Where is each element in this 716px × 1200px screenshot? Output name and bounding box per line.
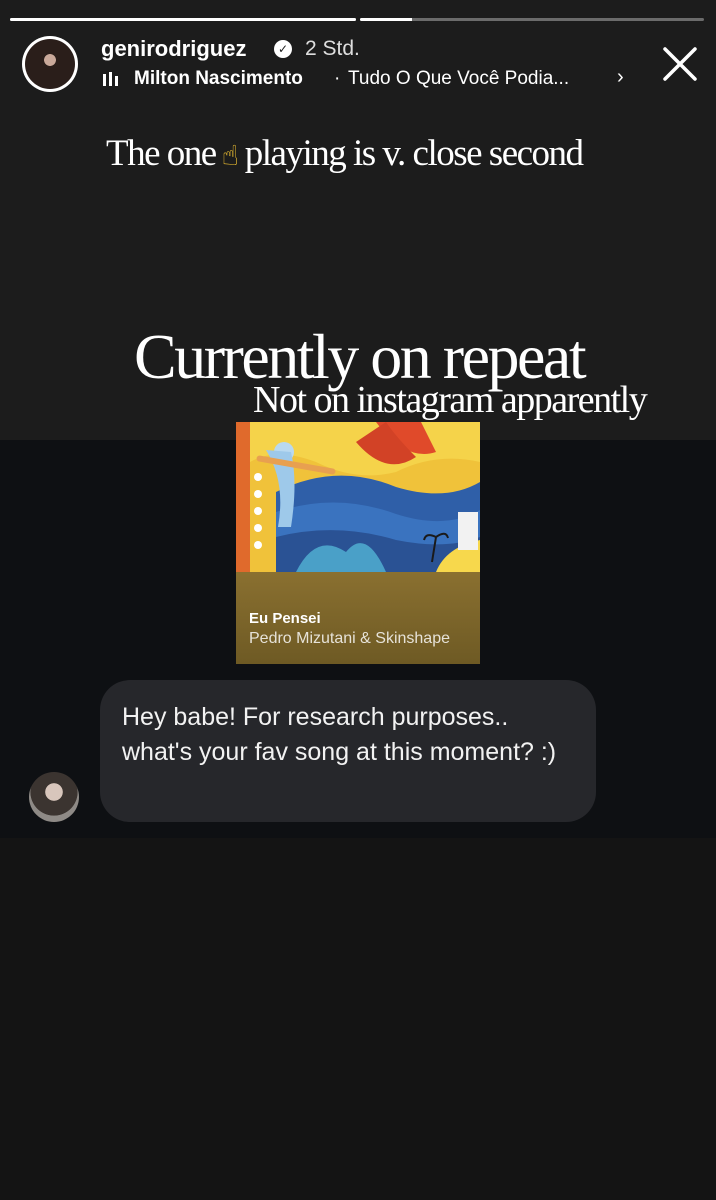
story-timestamp: 2 Std. <box>305 37 360 60</box>
sender-avatar[interactable] <box>29 772 79 822</box>
profile-avatar[interactable] <box>22 36 78 92</box>
pointing-up-emoji-icon: ☝ <box>221 139 239 172</box>
story-text-line1-end: playing is v. close second <box>244 133 584 174</box>
username[interactable]: genirodriguez <box>101 36 246 62</box>
album-artwork <box>236 422 480 572</box>
story-progress-fill <box>10 18 356 21</box>
story-text-line1: The one ☝ playing is v. close second <box>106 132 584 175</box>
story-subheading: Not on instagram apparently <box>253 379 648 421</box>
chevron-right-icon[interactable]: › <box>617 66 624 89</box>
song-title: Eu Pensei <box>249 610 321 627</box>
story-text-line1-start: The one <box>106 133 217 174</box>
music-separator: · <box>334 68 341 89</box>
music-title[interactable]: Tudo O Que Você Podia... <box>348 68 608 90</box>
music-sticker-info: Eu Pensei Pedro Mizutani & Skinshape <box>236 572 480 664</box>
story-background-bottom <box>0 838 716 1200</box>
close-icon <box>663 47 697 81</box>
story-progress-segment <box>10 18 356 21</box>
verified-badge-icon: ✓ <box>274 40 292 58</box>
story-progress-fill <box>360 18 412 21</box>
music-artist[interactable]: Milton Nascimento <box>134 68 303 90</box>
music-sticker-card[interactable]: Eu Pensei Pedro Mizutani & Skinshape <box>236 422 480 664</box>
equalizer-icon <box>103 72 121 86</box>
song-artist: Pedro Mizutani & Skinshape <box>249 630 450 647</box>
message-text: Hey babe! For research purposes.. what's… <box>122 703 557 766</box>
message-bubble: Hey babe! For research purposes.. what's… <box>100 680 596 822</box>
story-progress-segment <box>360 18 704 21</box>
close-button[interactable] <box>660 44 700 84</box>
profile-photo <box>25 39 75 89</box>
